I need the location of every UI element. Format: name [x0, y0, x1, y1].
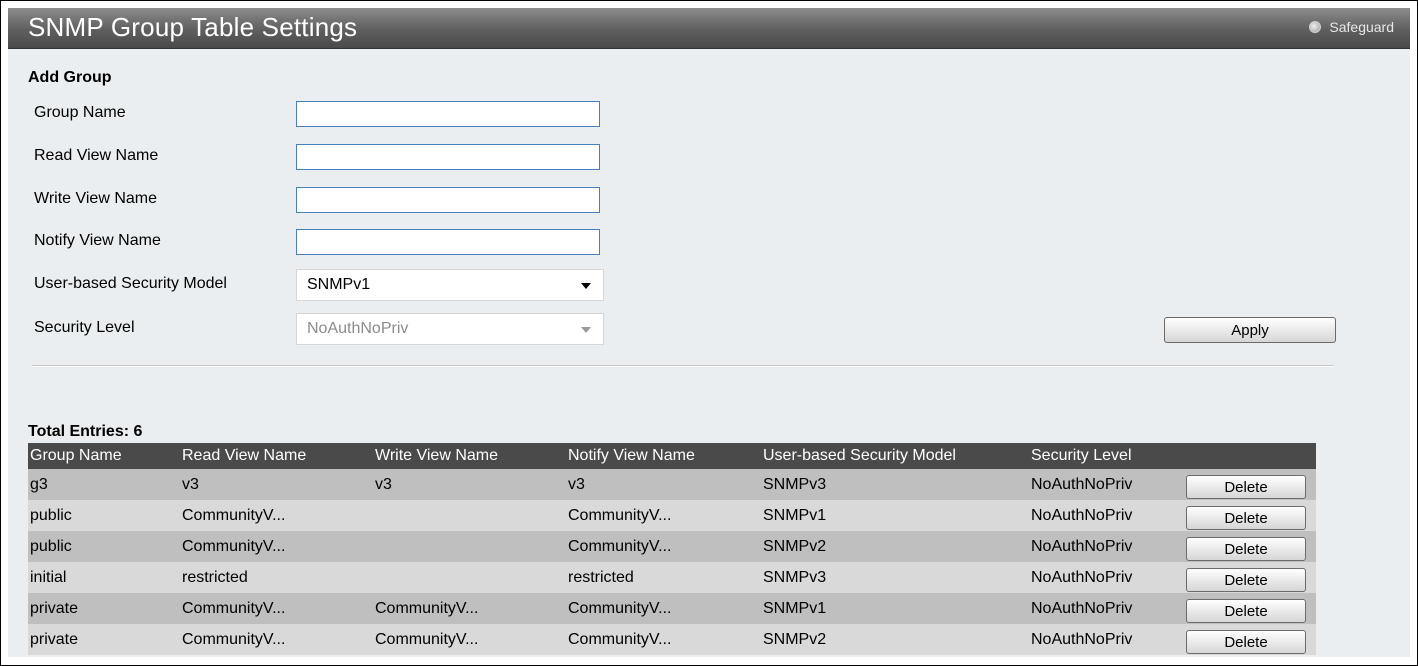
column-header: Read View Name: [180, 443, 373, 469]
settings-panel: Add Group Group Name Read View Name Writ…: [8, 49, 1410, 657]
read-view-name-input[interactable]: [296, 144, 600, 170]
actions-cell: Delete: [1184, 531, 1316, 562]
security-level-cell: NoAuthNoPriv: [1029, 531, 1184, 562]
total-entries-label: Total Entries: 6: [28, 423, 143, 440]
group-name-cell: public: [28, 500, 180, 531]
group-name-cell: initial: [28, 562, 180, 593]
table-header-row: Group Name Read View Name Write View Nam…: [28, 443, 1316, 469]
read-view-cell: CommunityV...: [180, 531, 373, 562]
write-view-cell: CommunityV...: [373, 624, 566, 655]
group-name-cell: private: [28, 624, 180, 655]
title-bar: SNMP Group Table Settings Safeguard: [8, 8, 1410, 49]
column-header-actions: [1184, 443, 1316, 469]
security-model-cell: SNMPv1: [761, 593, 1029, 624]
column-header: Security Level: [1029, 443, 1184, 469]
security-model-cell: SNMPv3: [761, 469, 1029, 500]
write-view-cell: CommunityV...: [373, 593, 566, 624]
notify-view-cell: restricted: [566, 562, 761, 593]
security-model-value: SNMPv1: [307, 276, 371, 293]
security-level-cell: NoAuthNoPriv: [1029, 562, 1184, 593]
security-model-cell: SNMPv3: [761, 562, 1029, 593]
actions-cell: Delete: [1184, 562, 1316, 593]
safeguard-label: Safeguard: [1329, 19, 1394, 35]
column-header: Write View Name: [373, 443, 566, 469]
write-view-cell: v3: [373, 469, 566, 500]
table-row: initial restricted restricted SNMPv3 NoA…: [28, 562, 1316, 593]
notify-view-name-input[interactable]: [296, 229, 600, 255]
security-model-select[interactable]: SNMPv1: [296, 269, 604, 301]
delete-button[interactable]: Delete: [1186, 536, 1306, 561]
group-name-cell: g3: [28, 469, 180, 500]
chevron-down-icon: [581, 327, 591, 333]
notify-view-cell: CommunityV...: [566, 593, 761, 624]
actions-cell: Delete: [1184, 593, 1316, 624]
table-row: g3 v3 v3 v3 SNMPv3 NoAuthNoPriv Delete: [28, 469, 1316, 500]
security-level-cell: NoAuthNoPriv: [1029, 593, 1184, 624]
security-level-label: Security Level: [34, 319, 135, 336]
add-group-title: Add Group: [28, 69, 112, 86]
security-level-value: NoAuthNoPriv: [307, 320, 409, 337]
write-view-cell: [373, 531, 566, 562]
actions-cell: Delete: [1184, 624, 1316, 655]
page-title: SNMP Group Table Settings: [28, 12, 358, 42]
delete-button[interactable]: Delete: [1186, 505, 1306, 530]
read-view-cell: restricted: [180, 562, 373, 593]
delete-button[interactable]: Delete: [1186, 474, 1306, 499]
actions-cell: Delete: [1184, 469, 1316, 500]
security-level-select: NoAuthNoPriv: [296, 313, 604, 345]
security-model-cell: SNMPv2: [761, 531, 1029, 562]
read-view-cell: CommunityV...: [180, 500, 373, 531]
notify-view-cell: CommunityV...: [566, 531, 761, 562]
group-name-label: Group Name: [34, 104, 126, 121]
table-row: public CommunityV... CommunityV... SNMPv…: [28, 531, 1316, 562]
delete-button[interactable]: Delete: [1186, 567, 1306, 592]
apply-button[interactable]: Apply: [1164, 317, 1336, 343]
notify-view-cell: CommunityV...: [566, 624, 761, 655]
table-row: private CommunityV... CommunityV... Comm…: [28, 624, 1316, 655]
safeguard-icon: [1309, 21, 1322, 33]
write-view-name-input[interactable]: [296, 187, 600, 213]
table-row: private CommunityV... CommunityV... Comm…: [28, 593, 1316, 624]
read-view-name-label: Read View Name: [34, 147, 159, 164]
security-model-label: User-based Security Model: [34, 275, 227, 292]
section-divider: [32, 365, 1334, 367]
notify-view-name-label: Notify View Name: [34, 232, 161, 249]
read-view-cell: CommunityV...: [180, 593, 373, 624]
delete-button[interactable]: Delete: [1186, 598, 1306, 623]
group-name-cell: private: [28, 593, 180, 624]
security-level-cell: NoAuthNoPriv: [1029, 500, 1184, 531]
column-header: Group Name: [28, 443, 180, 469]
column-header: User-based Security Model: [761, 443, 1029, 469]
write-view-name-label: Write View Name: [34, 190, 157, 207]
safeguard-indicator[interactable]: Safeguard: [1309, 19, 1394, 35]
security-level-cell: NoAuthNoPriv: [1029, 469, 1184, 500]
write-view-cell: [373, 500, 566, 531]
group-name-input[interactable]: [296, 101, 600, 127]
delete-button[interactable]: Delete: [1186, 629, 1306, 654]
read-view-cell: CommunityV...: [180, 624, 373, 655]
security-model-cell: SNMPv1: [761, 500, 1029, 531]
group-name-cell: public: [28, 531, 180, 562]
notify-view-cell: CommunityV...: [566, 500, 761, 531]
security-model-cell: SNMPv2: [761, 624, 1029, 655]
snmp-group-table: Group Name Read View Name Write View Nam…: [28, 443, 1316, 655]
notify-view-cell: v3: [566, 469, 761, 500]
security-level-cell: NoAuthNoPriv: [1029, 624, 1184, 655]
write-view-cell: [373, 562, 566, 593]
table-row: public CommunityV... CommunityV... SNMPv…: [28, 500, 1316, 531]
read-view-cell: v3: [180, 469, 373, 500]
actions-cell: Delete: [1184, 500, 1316, 531]
column-header: Notify View Name: [566, 443, 761, 469]
chevron-down-icon: [581, 283, 591, 289]
